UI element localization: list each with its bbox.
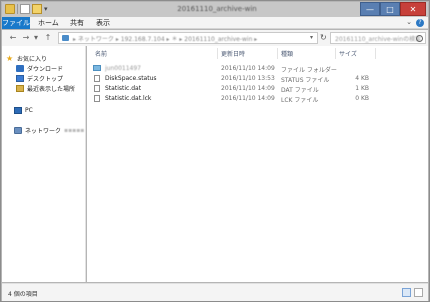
refresh-button[interactable]: ↻ <box>320 33 327 42</box>
address-bar[interactable]: ▸ ネットワーク ▸ 192.168.7.104 ▸ ＊ ▸ 20161110_… <box>58 32 318 44</box>
sidebar-item-label: お気に入り <box>17 55 48 63</box>
explorer-window: ▾ 20161110_archive-win — □ ✕ ファイル ホーム 共有… <box>0 0 430 302</box>
column-divider[interactable] <box>277 48 278 59</box>
toolbar-divider <box>17 4 18 14</box>
column-divider[interactable] <box>375 48 376 59</box>
navigation-pane: ★ お気に入り ダウンロード デスクトップ 最近表示した場所 PC ネットワーク… <box>2 46 86 282</box>
title-bar: ▾ 20161110_archive-win — □ ✕ <box>2 2 428 17</box>
file-list: 名前 更新日時 種類 サイズ jun0011497 2016/11/10 14:… <box>87 46 428 282</box>
computer-icon <box>14 106 22 114</box>
sidebar-item-pc[interactable]: PC <box>14 105 98 115</box>
file-size: 0 KB <box>355 95 369 102</box>
file-row[interactable]: Statistic.dat.lck 2016/11/10 14:09 LCK フ… <box>87 94 428 104</box>
file-type: STATUS ファイル <box>281 77 330 84</box>
column-header-name[interactable]: 名前 <box>95 49 107 59</box>
file-type: ファイル フォルダー <box>281 67 337 74</box>
customize-toolbar-chevron-icon[interactable]: ▾ <box>44 5 48 13</box>
file-icon <box>94 85 100 92</box>
tab-share[interactable]: 共有 <box>64 17 90 29</box>
folder-icon <box>93 65 101 71</box>
tab-view[interactable]: 表示 <box>90 17 116 29</box>
address-history-chevron-icon[interactable]: ▾ <box>310 34 313 41</box>
network-folder-icon <box>62 35 69 41</box>
item-count: 4 個の項目 <box>8 291 38 298</box>
download-icon <box>16 64 24 72</box>
sidebar-item-label: ネットワーク <box>25 127 62 135</box>
sidebar-item-label: PC <box>25 106 33 114</box>
file-name: Statistic.dat.lck <box>105 95 152 102</box>
column-divider[interactable] <box>335 48 336 59</box>
sidebar-item-favorites[interactable]: ★ お気に入り <box>6 53 90 63</box>
search-input[interactable]: 20161110_archive-winの検索 <box>330 32 426 44</box>
back-button[interactable]: ← <box>8 33 18 43</box>
file-date: 2016/11/10 13:53 <box>221 75 275 82</box>
sidebar-item-label: 最近表示した場所 <box>27 85 76 93</box>
recent-places-icon <box>16 84 24 92</box>
file-size: 1 KB <box>355 85 369 92</box>
file-name: DiskSpace.status <box>105 75 157 82</box>
search-icon <box>416 35 423 42</box>
properties-icon[interactable] <box>20 4 30 14</box>
up-button[interactable]: ↑ <box>43 33 53 43</box>
maximize-button[interactable]: □ <box>380 2 400 16</box>
window-title: 20161110_archive-win <box>177 5 257 13</box>
network-blurred-suffix: ▪▪▪▪▪ <box>64 126 85 134</box>
tab-home[interactable]: ホーム <box>32 17 65 29</box>
sidebar-item-label: ダウンロード <box>27 65 64 73</box>
network-icon <box>14 126 22 134</box>
search-placeholder: 20161110_archive-winの検索 <box>335 36 422 43</box>
file-name: jun0011497 <box>105 65 141 72</box>
column-divider[interactable] <box>217 48 218 59</box>
navigation-bar: ← → ▾ ↑ ▸ ネットワーク ▸ 192.168.7.104 ▸ ＊ ▸ 2… <box>2 30 428 46</box>
large-icons-view-icon[interactable] <box>414 288 423 297</box>
minimize-button[interactable]: — <box>360 2 380 16</box>
ribbon-tabs: ファイル ホーム 共有 表示 ⌄ ? <box>2 17 428 29</box>
folder-icon <box>5 4 15 14</box>
column-header-date[interactable]: 更新日時 <box>221 49 245 59</box>
star-icon: ★ <box>6 53 14 63</box>
recent-locations-chevron-icon[interactable]: ▾ <box>32 33 40 43</box>
file-icon <box>94 75 100 82</box>
column-header-type[interactable]: 種類 <box>281 49 293 59</box>
file-size: 4 KB <box>355 75 369 82</box>
close-button[interactable]: ✕ <box>400 2 426 16</box>
status-bar: 4 個の項目 <box>2 283 428 301</box>
sidebar-item-network[interactable]: ネットワーク ▪▪▪▪▪ <box>14 125 98 135</box>
address-path: ▸ ネットワーク ▸ 192.168.7.104 ▸ ＊ ▸ 20161110_… <box>73 36 258 43</box>
file-date: 2016/11/10 14:09 <box>221 95 275 102</box>
details-view-icon[interactable] <box>402 288 411 297</box>
file-type: LCK ファイル <box>281 97 319 104</box>
file-type: DAT ファイル <box>281 87 319 94</box>
sidebar-item-label: デスクトップ <box>27 75 64 83</box>
file-row[interactable]: Statistic.dat 2016/11/10 14:09 DAT ファイル … <box>87 84 428 94</box>
file-date: 2016/11/10 14:09 <box>221 85 275 92</box>
column-header-size[interactable]: サイズ <box>339 49 357 59</box>
tab-file[interactable]: ファイル <box>2 17 30 29</box>
file-date: 2016/11/10 14:09 <box>221 65 275 72</box>
desktop-icon <box>16 74 24 82</box>
file-row[interactable]: jun0011497 2016/11/10 14:09 ファイル フォルダー <box>87 64 428 74</box>
new-folder-icon[interactable] <box>32 4 42 14</box>
help-icon[interactable]: ? <box>416 19 424 27</box>
file-name: Statistic.dat <box>105 85 142 92</box>
expand-ribbon-chevron-icon[interactable]: ⌄ <box>406 18 412 26</box>
window-controls: — □ ✕ <box>360 2 426 16</box>
forward-button[interactable]: → <box>21 33 31 43</box>
file-icon <box>94 95 100 102</box>
file-row[interactable]: DiskSpace.status 2016/11/10 13:53 STATUS… <box>87 74 428 84</box>
quick-access-toolbar: ▾ <box>5 4 48 14</box>
